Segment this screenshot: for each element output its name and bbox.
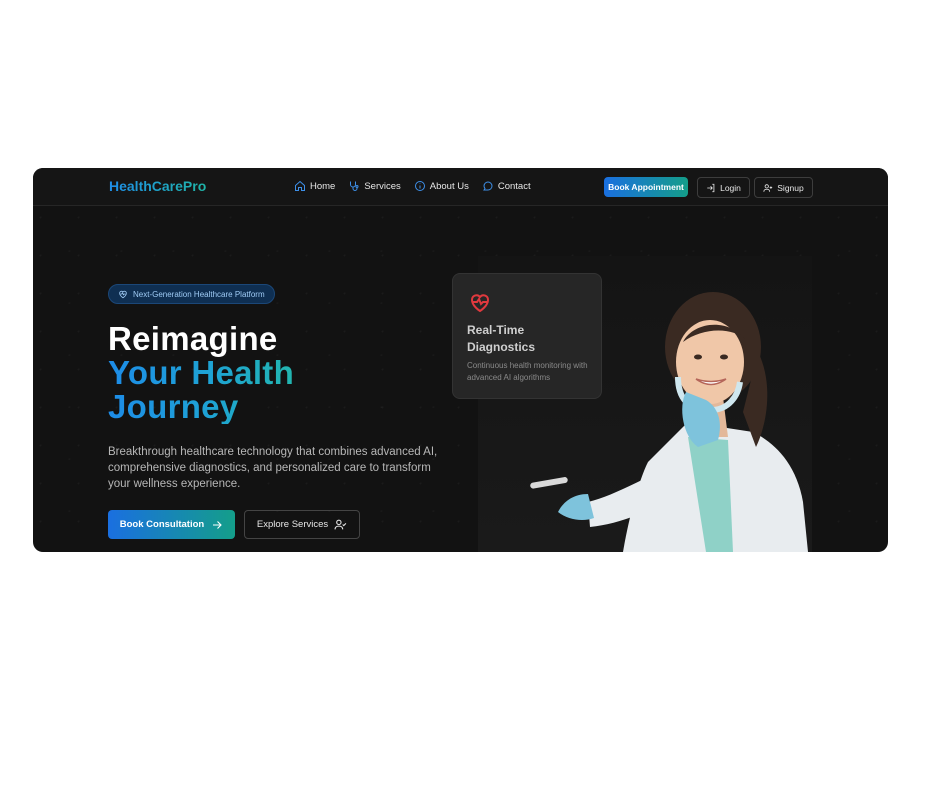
book-consultation-button[interactable]: Book Consultation bbox=[108, 510, 235, 539]
home-icon bbox=[295, 180, 305, 191]
nav-item-label: About Us bbox=[429, 180, 469, 192]
signup-button[interactable]: Signup bbox=[754, 177, 813, 198]
nav-item-label: Contact bbox=[497, 180, 531, 192]
explore-services-button[interactable]: Explore Services bbox=[244, 510, 360, 539]
nav-item-label: Home bbox=[310, 180, 336, 192]
info-icon bbox=[414, 181, 425, 191]
nav-item-home[interactable]: Home bbox=[294, 180, 335, 192]
chat-icon bbox=[482, 181, 493, 191]
hero-title-line3: Journey bbox=[108, 390, 294, 424]
arrow-right-icon bbox=[213, 520, 222, 529]
diagnostics-subtitle: Continuous health monitoring with advanc… bbox=[467, 361, 588, 382]
nav-item-label: Services bbox=[364, 180, 401, 192]
login-icon bbox=[707, 183, 715, 192]
platform-badge: Next-Generation Healthcare Platform bbox=[108, 284, 275, 304]
heart-pulse-icon bbox=[471, 294, 489, 313]
heart-pulse-small-icon bbox=[119, 290, 127, 299]
login-label: Login bbox=[720, 182, 741, 193]
hero-title: Reimagine Your Health Journey bbox=[108, 322, 294, 424]
hero-title-line1: Reimagine bbox=[108, 320, 278, 357]
brand-logo[interactable]: HealthCarePro bbox=[109, 178, 206, 194]
hero-title-line2: Your Health bbox=[108, 354, 295, 391]
app-window: HealthCarePro Home Services About Us Con… bbox=[33, 168, 888, 552]
badge-label: Next-Generation Healthcare Platform bbox=[133, 289, 265, 299]
diagnostics-card[interactable]: Real-Time Diagnostics Continuous health … bbox=[452, 273, 602, 399]
nav-item-about[interactable]: About Us bbox=[414, 180, 469, 192]
hero-description: Breakthrough healthcare technology that … bbox=[108, 446, 438, 490]
user-plus-icon bbox=[763, 183, 773, 192]
book-consultation-label: Book Consultation bbox=[119, 519, 205, 530]
user-check-icon bbox=[334, 519, 347, 530]
nav-item-services[interactable]: Services bbox=[348, 180, 401, 192]
diagnostics-title: Real-Time Diagnostics bbox=[467, 323, 536, 354]
login-button[interactable]: Login bbox=[697, 177, 750, 198]
nav-links: Home Services About Us Contact bbox=[294, 180, 531, 192]
stethoscope-icon bbox=[350, 181, 359, 191]
nav-item-contact[interactable]: Contact bbox=[482, 180, 531, 192]
book-appointment-button[interactable]: Book Appointment bbox=[604, 177, 688, 197]
signup-label: Signup bbox=[777, 182, 804, 193]
explore-services-label: Explore Services bbox=[256, 519, 329, 530]
top-navbar: HealthCarePro Home Services About Us Con… bbox=[33, 168, 888, 206]
